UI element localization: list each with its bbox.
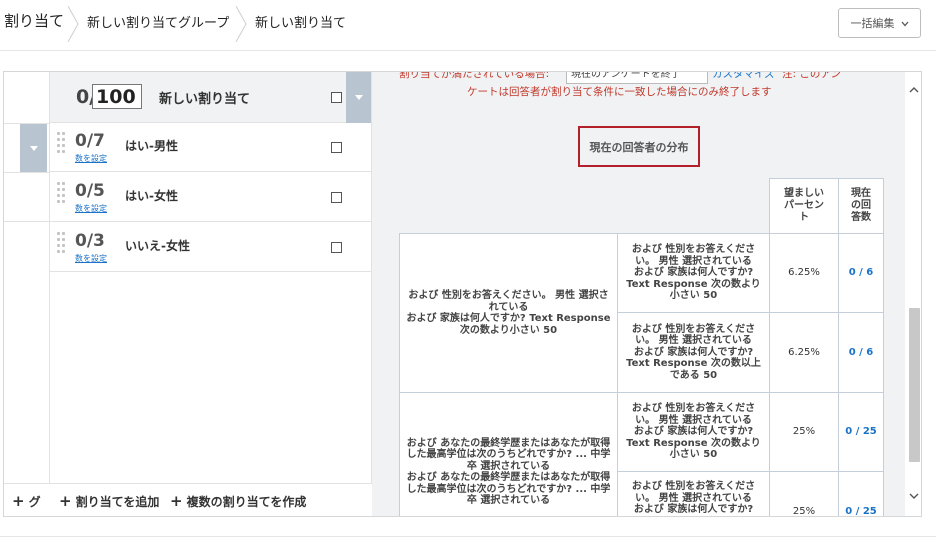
scroll-down-icon[interactable] [908,490,920,502]
desired-percent-header-text: 望ましいパーセント [784,188,824,223]
quota-name[interactable]: 新しい割り当て [159,88,250,107]
breadcrumb-quotas[interactable]: 割り当て [4,10,64,31]
create-multiple-label: 複数の割り当てを作成 [186,494,307,509]
quota-row-count: 0/7 [75,131,105,151]
current-count-cell[interactable]: 0 / 25 [838,392,884,472]
condition-text: および 性別をお答えください。 男性 選択されている および 家族は何人ですか?… [406,290,611,336]
create-multiple-quotas-button[interactable]: + 複数の割り当てを作成 [170,492,306,510]
quota-list: 0/ 新しい割り当て 0/7 数を設定 はい-男性 [50,72,372,516]
header-divider [0,50,936,51]
current-count-cell[interactable]: 0 / 25 [838,471,884,516]
quota-total-input[interactable] [92,84,142,109]
desired-percent-cell: 6.25% [769,233,839,313]
distribution-title: 現在の回答者の分布 [578,126,700,167]
desired-percent-cell: 25% [769,392,839,472]
current-count-link[interactable]: 0 / 6 [849,267,874,279]
sub-condition-text: および 性別をお答えください。 男性 選択されている および 家族は何人ですか?… [626,244,761,302]
breadcrumb-separator-icon [234,4,248,44]
distribution-sub-condition: および 性別をお答えください。 男性 選択されている および 家族は何人ですか?… [617,233,770,313]
set-count-link[interactable]: 数を設定 [75,153,107,164]
distribution-title-text: 現在の回答者の分布 [589,140,689,154]
quota-row[interactable]: 0/3 数を設定 いいえ-女性 [50,223,371,272]
distribution-sub-condition: および 性別をお答えください。 男性 選択されている および 家族は何人ですか?… [617,392,770,472]
chevron-down-icon [354,95,363,100]
group-column [4,72,50,516]
quota-met-label: 割り当てが満たされている場合: [399,72,550,80]
desired-percent-value: 25% [792,426,816,438]
plus-icon: + [170,492,183,510]
current-count-cell[interactable]: 0 / 6 [838,233,884,313]
distribution-sub-condition: および 性別をお答えください。 男性 選択されている および 家族は何人ですか?… [617,312,770,393]
drag-handle-icon[interactable] [57,182,65,212]
quota-note: 注: このアン [782,72,841,80]
condition-text: および あなたの最終学歴またはあなたが取得した最高学位は次のうちどれですか? .… [406,437,611,507]
sub-condition-text: および 性別をお答えください。 男性 選択されている および 家族は何人ですか? [631,481,756,515]
breadcrumb-separator-icon [66,4,80,44]
distribution-sub-condition: および 性別をお答えください。 男性 選択されている および 家族は何人ですか? [617,471,770,516]
desired-percent-cell: 25% [769,471,839,516]
footer-divider [0,536,936,537]
quota-row-checkbox[interactable] [331,192,342,203]
chevron-down-icon [29,145,38,151]
current-count-link[interactable]: 0 / 25 [845,426,877,438]
breadcrumb-quota[interactable]: 新しい割り当て [255,12,346,31]
page-header: 割り当て 新しい割り当てグループ 新しい割り当て 一括編集 [0,0,936,48]
quota-editor: 0/ 新しい割り当て 0/7 数を設定 はい-男性 [3,71,922,517]
quota-row-count: 0/5 [75,181,105,201]
set-count-link[interactable]: 数を設定 [75,253,107,264]
quota-checkbox[interactable] [331,92,342,103]
add-quota-label: 割り当てを追加 [75,494,160,509]
breadcrumb-quota-group[interactable]: 新しい割り当てグループ [87,12,229,31]
current-count-header: 現在の回答数 [838,178,884,234]
quota-dropdown-toggle[interactable] [346,72,371,123]
desired-percent-header: 望ましいパーセント [769,178,839,234]
desired-percent-cell: 6.25% [769,312,839,393]
divider [4,172,50,173]
chevron-down-icon [901,17,909,30]
quota-row-checkbox[interactable] [331,242,342,253]
scroll-up-icon[interactable] [908,84,920,96]
current-count-header-text: 現在の回答数 [851,188,871,223]
bulk-edit-button[interactable]: 一括編集 [838,8,921,38]
quota-action-value: 現在のアンケートを終了 [571,72,681,80]
sub-condition-text: および 性別をお答えください。 男性 選択されている および 家族は何人ですか?… [626,403,761,461]
desired-percent-value: 25% [792,506,816,516]
distribution-group-condition: および 性別をお答えください。 男性 選択されている および 家族は何人ですか?… [399,233,618,393]
distribution-group-condition: および あなたの最終学歴またはあなたが取得した最高学位は次のうちどれですか? .… [399,392,618,516]
add-quota-button[interactable]: + 割り当てを追加 [59,492,159,510]
drag-handle-icon[interactable] [57,232,65,262]
plus-icon: + [59,492,72,510]
quota-detail-panel: 割り当てが満たされている場合: 現在のアンケートを終了 カスタマイズ 注: この… [372,72,905,516]
scrollbar-thumb[interactable] [909,308,920,462]
current-count-link[interactable]: 0 / 6 [849,347,874,359]
drag-handle-icon[interactable] [57,132,65,162]
quota-row-checkbox[interactable] [331,142,342,153]
add-group-label: グ [28,494,41,509]
bulk-edit-label: 一括編集 [850,17,895,30]
divider [4,221,50,222]
sub-condition-text: および 性別をお答えください。 男性 選択されている および 家族は何人ですか?… [626,323,761,381]
quota-action-select[interactable]: 現在のアンケートを終了 [566,72,708,84]
current-count-cell[interactable]: 0 / 6 [838,312,884,393]
quota-header-row: 0/ 新しい割り当て [50,72,371,123]
quota-row-name[interactable]: はい-男性 [125,137,178,154]
quota-row-name[interactable]: いいえ-女性 [125,237,190,254]
quota-row-name[interactable]: はい-女性 [125,187,178,204]
quota-actions-bar: + グ + 割り当てを追加 + 複数の割り当てを作成 [4,483,372,516]
plus-icon: + [12,492,25,510]
quota-row-count: 0/3 [75,231,105,251]
set-count-link[interactable]: 数を設定 [75,203,107,214]
current-count-link[interactable]: 0 / 25 [845,506,877,516]
desired-percent-value: 6.25% [788,346,820,358]
desired-percent-value: 6.25% [788,267,820,279]
quota-row[interactable]: 0/7 数を設定 はい-男性 [50,123,371,172]
group-dropdown-toggle[interactable] [20,124,47,172]
detail-scrollbar[interactable] [905,72,921,516]
quota-row[interactable]: 0/5 数を設定 はい-女性 [50,173,371,222]
quota-note-continued: ケートは回答者が割り当て条件に一致した場合にのみ終了します [467,86,772,98]
customize-link[interactable]: カスタマイズ [712,72,775,81]
add-group-button[interactable]: + グ [12,492,41,510]
